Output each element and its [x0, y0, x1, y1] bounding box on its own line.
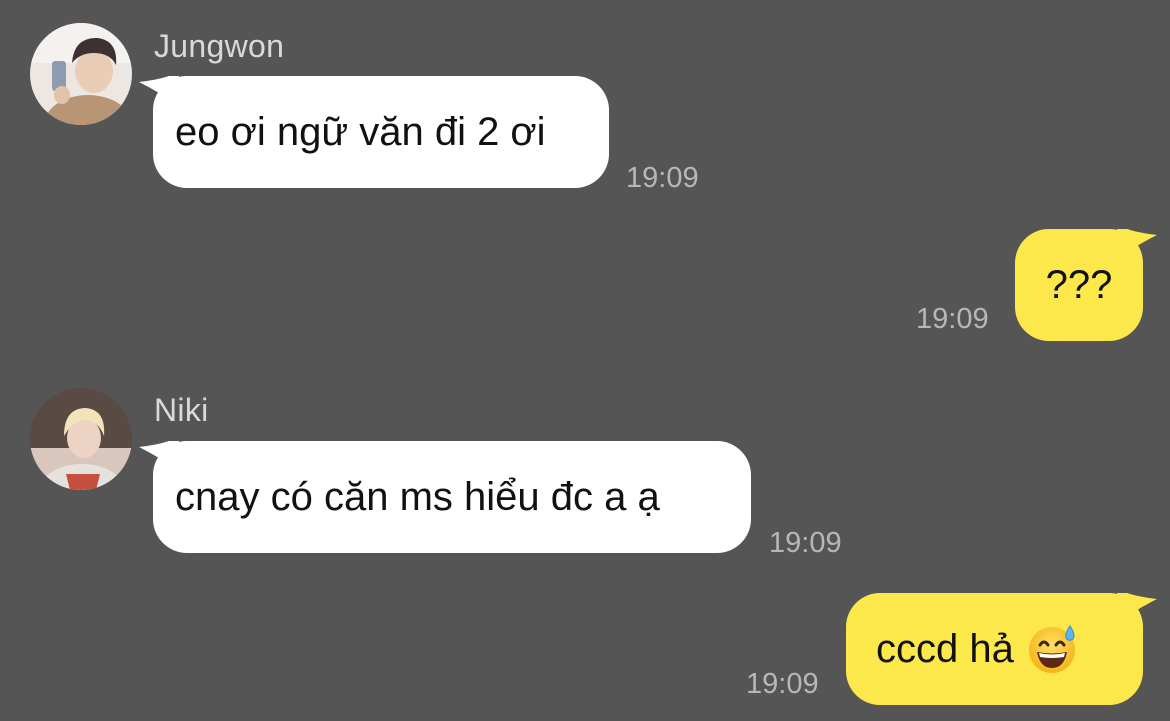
- message-bubble-incoming[interactable]: cnay có căn ms hiểu đc a ạ: [139, 441, 751, 553]
- jungwon-avatar-image: [30, 23, 132, 125]
- grinning-face-with-sweat-icon: [1028, 625, 1075, 673]
- message-text: cccd hả: [876, 627, 1014, 671]
- message-text: ???: [1045, 263, 1113, 307]
- bubble-tail: [1117, 229, 1157, 259]
- message-bubble-outgoing[interactable]: ???: [1015, 229, 1157, 341]
- message-timestamp: 19:09: [746, 668, 819, 700]
- sender-name: Jungwon: [154, 28, 285, 64]
- jungwon-avatar[interactable]: [30, 23, 132, 125]
- chat-thread: Jungwon eo ơi ngữ văn đi 2 ơi 19:09 ??? …: [0, 0, 1170, 721]
- message-text: cnay có căn ms hiểu đc a ạ: [175, 475, 660, 519]
- message-text: eo ơi ngữ văn đi 2 ơi: [175, 110, 546, 154]
- message-timestamp: 19:09: [916, 303, 989, 335]
- bubble-tail: [1117, 593, 1157, 623]
- bubble-tail: [139, 76, 179, 106]
- sender-name: Niki: [154, 392, 209, 428]
- niki-avatar[interactable]: [30, 388, 132, 490]
- niki-avatar-image: [30, 388, 132, 490]
- message-bubble-outgoing[interactable]: cccd hả: [846, 593, 1157, 705]
- message-timestamp: 19:09: [769, 527, 842, 559]
- message-bubble-incoming[interactable]: eo ơi ngữ văn đi 2 ơi: [139, 76, 609, 188]
- message-timestamp: 19:09: [626, 162, 699, 194]
- bubble-tail: [139, 441, 179, 471]
